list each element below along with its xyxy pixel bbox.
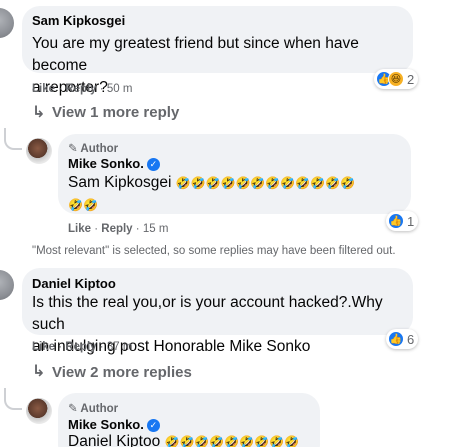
like-reaction-icon: 👍 xyxy=(388,213,404,229)
timestamp[interactable]: 15 m xyxy=(143,223,169,235)
mention-link[interactable]: Sam Kipkosgei xyxy=(68,174,171,191)
comment-actions: Like · Reply · 50 m xyxy=(32,83,133,95)
avatar[interactable] xyxy=(0,8,14,38)
reply-author[interactable]: Mike Sonko. ✓ xyxy=(68,156,160,171)
reply-actions: Like · Reply · 15 m xyxy=(68,223,169,235)
like-reaction-icon: 👍 xyxy=(388,331,404,347)
reply-bubble: ✎ Author Mike Sonko. ✓ Daniel Kiptoo 🤣🤣🤣🤣… xyxy=(58,393,320,447)
author-badge: ✎ Author xyxy=(68,143,119,155)
thread-connector xyxy=(4,388,22,410)
reply-arrow-icon: ↳ xyxy=(32,363,46,380)
reaction-summary[interactable]: 👍 1 xyxy=(386,211,419,231)
avatar[interactable] xyxy=(26,138,52,164)
reply-arrow-icon: ↳ xyxy=(32,104,46,121)
reaction-count: 2 xyxy=(407,71,415,87)
pencil-icon: ✎ xyxy=(68,403,78,415)
comment-bubble: Daniel Kiptoo Is this the real you,or is… xyxy=(22,268,413,355)
like-link[interactable]: Like xyxy=(68,223,91,235)
pencil-icon: ✎ xyxy=(68,143,78,155)
author-badge: ✎ Author xyxy=(68,403,119,415)
comment-author[interactable]: Daniel Kiptoo xyxy=(32,276,116,291)
comment-actions: Like · Reply · 37 m xyxy=(32,341,133,353)
avatar[interactable] xyxy=(0,270,14,300)
reaction-count: 6 xyxy=(407,331,415,347)
like-link[interactable]: Like xyxy=(32,83,55,95)
reaction-count: 1 xyxy=(407,213,415,229)
laughing-emoji: 🤣🤣🤣🤣🤣🤣🤣🤣🤣 xyxy=(164,435,299,447)
verified-badge-icon: ✓ xyxy=(146,158,160,171)
reply-link[interactable]: Reply xyxy=(101,223,132,235)
laughing-emoji: 🤣🤣🤣🤣🤣🤣🤣🤣🤣🤣🤣🤣 xyxy=(175,176,355,190)
reply-text: Sam Kipkosgei 🤣🤣🤣🤣🤣🤣🤣🤣🤣🤣🤣🤣 🤣🤣 xyxy=(68,172,408,216)
reaction-summary[interactable]: 👍 6 xyxy=(386,329,419,349)
view-more-replies-link[interactable]: View 1 more reply xyxy=(52,104,179,121)
avatar[interactable] xyxy=(26,398,52,424)
reply-bubble: ✎ Author Mike Sonko. ✓ Sam Kipkosgei 🤣🤣🤣🤣… xyxy=(58,134,411,214)
comment-bubble: Sam Kipkosgei You are my greatest friend… xyxy=(22,6,413,96)
comment-author[interactable]: Sam Kipkosgei xyxy=(32,13,125,28)
view-more-replies-link[interactable]: View 2 more replies xyxy=(52,364,192,381)
timestamp[interactable]: 37 m xyxy=(107,341,133,353)
haha-reaction-icon: 😆 xyxy=(388,71,404,87)
like-link[interactable]: Like xyxy=(32,341,55,353)
filter-note: "Most relevant" is selected, so some rep… xyxy=(32,245,396,257)
reply-text: Daniel Kiptoo 🤣🤣🤣🤣🤣🤣🤣🤣🤣 xyxy=(68,431,318,447)
reply-link[interactable]: Reply xyxy=(65,341,96,353)
reaction-summary[interactable]: 👍 😆 2 xyxy=(374,69,419,89)
reply-link[interactable]: Reply xyxy=(65,83,96,95)
reply-author[interactable]: Mike Sonko. ✓ xyxy=(68,417,160,432)
mention-link[interactable]: Daniel Kiptoo xyxy=(68,433,160,447)
laughing-emoji: 🤣🤣 xyxy=(68,198,98,212)
timestamp[interactable]: 50 m xyxy=(107,83,133,95)
thread-connector xyxy=(4,128,22,150)
